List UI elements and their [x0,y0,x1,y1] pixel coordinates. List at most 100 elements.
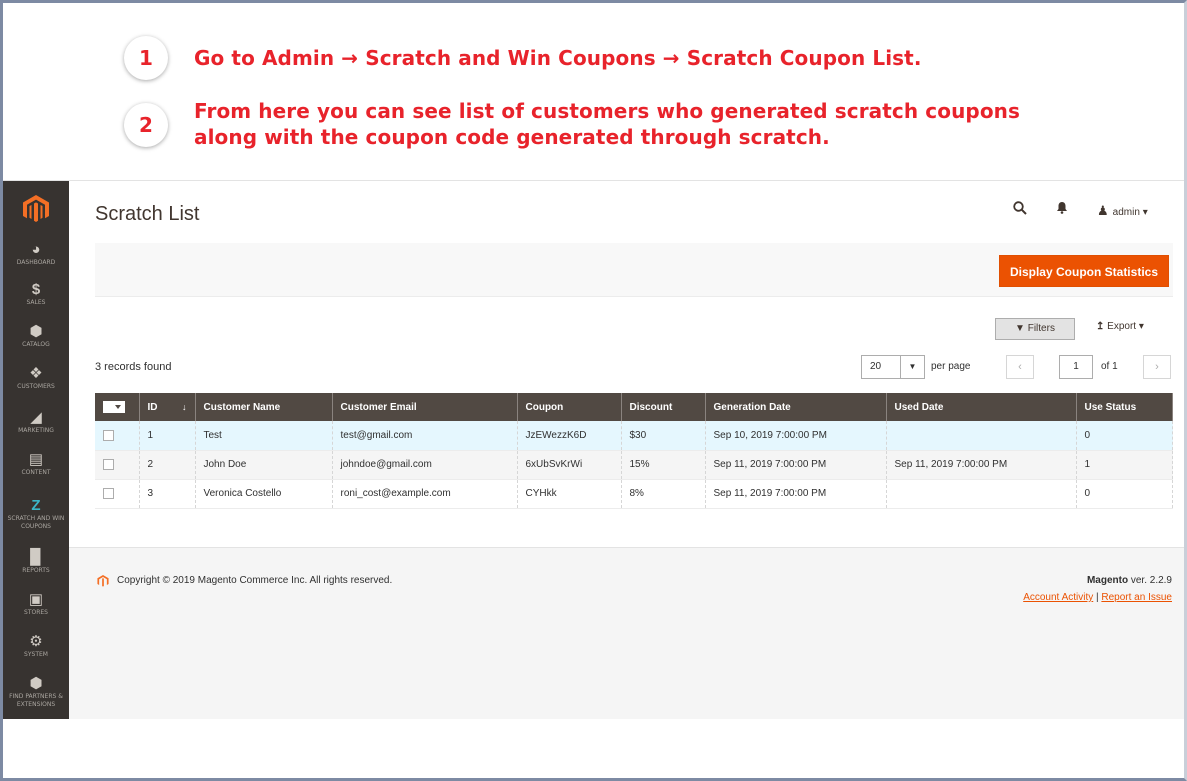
column-id[interactable]: ID ↓ [139,393,196,421]
chevron-down-icon: ▾ [1138,321,1144,332]
export-label: Export [1107,321,1137,332]
sidebar-item-dashboard[interactable]: ◕ DASHBOARD [3,241,69,267]
page-actions: Display Coupon Statistics [95,243,1173,297]
step-2-line-2: along with the coupon code generated thr… [194,125,830,149]
cell-coupon: 6xUbSvKrWi [517,450,622,480]
per-page-value: 20 [870,361,882,372]
row-checkbox[interactable] [103,487,114,499]
step-2-badge: 2 [124,103,168,147]
sidebar-item-catalog[interactable]: ⬢ CATALOG [3,323,69,349]
column-discount[interactable]: Discount [621,393,706,421]
display-coupon-statistics-button[interactable]: Display Coupon Statistics [998,255,1169,287]
column-used-date[interactable]: Used Date [886,393,1077,421]
copyright-text: Copyright © 2019 Magento Commerce Inc. A… [117,575,393,586]
sidebar-item-reports[interactable]: ▉ REPORTS [3,549,69,575]
table-row[interactable]: 2 John Doe johndoe@gmail.com 6xUbSvKrWi … [95,450,1173,480]
page-number-input[interactable]: 1 [1059,355,1093,379]
sidebar-item-label: STORES [24,609,48,616]
cell-customer-email: johndoe@gmail.com [332,450,518,480]
admin-footer: Copyright © 2019 Magento Commerce Inc. A… [69,547,1184,719]
mass-select-checkbox[interactable] [103,401,125,413]
sidebar-item-label: SYSTEM [24,651,48,658]
version-number: ver. 2.2.9 [1128,575,1172,586]
filters-button[interactable]: ▼ Filters [995,318,1075,340]
previous-page-button[interactable]: ‹ [1006,355,1034,379]
user-menu[interactable]: ♟ admin ▾ [1097,203,1148,219]
cell-use-status: 1 [1076,450,1173,480]
footer-links: Account Activity | Report an Issue [1023,592,1172,603]
mass-select-column[interactable] [95,393,140,421]
cell-id: 1 [139,421,196,451]
sidebar-item-label: REPORTS [22,567,50,574]
sidebar-item-label: DASHBOARD [16,259,56,266]
table-row[interactable]: 3 Veronica Costello roni_cost@example.co… [95,479,1173,509]
admin-panel: ◕ DASHBOARD $ SALES ⬢ CATALOG ❖ CUSTOMER… [3,180,1184,719]
row-checkbox[interactable] [103,429,114,441]
cell-customer-name: Test [195,421,333,451]
admin-main: Scratch List ♟ admin ▾ Display Coupon Sta… [69,181,1184,719]
export-button[interactable]: ↥ Export ▾ [1096,321,1144,332]
cell-use-status: 0 [1076,479,1173,509]
column-coupon[interactable]: Coupon [517,393,622,421]
box-icon: ⬢ [29,675,43,692]
version-info: Magento ver. 2.2.9 [1087,575,1172,586]
cell-used-date [886,479,1077,509]
chevron-down-icon: ▾ [1142,207,1148,218]
per-page-select[interactable]: 20 ▼ [861,355,925,379]
cell-generation-date: Sep 11, 2019 7:00:00 PM [705,479,887,509]
sidebar-item-label: SCRATCH AND WIN COUPONS [7,515,65,530]
report-issue-link[interactable]: Report an Issue [1101,592,1172,603]
sidebar-item-label: SALES [26,299,46,306]
sidebar-item-customers[interactable]: ❖ CUSTOMERS [3,365,69,391]
sidebar-item-scratch-and-win[interactable]: Z SCRATCH AND WIN COUPONS [3,497,69,531]
column-generation-date[interactable]: Generation Date [705,393,887,421]
sidebar-item-label: CONTENT [21,469,51,476]
dollar-icon: $ [31,281,41,298]
user-icon: ♟ [1097,203,1109,218]
row-checkbox[interactable] [103,458,114,470]
column-use-status[interactable]: Use Status [1076,393,1173,421]
next-page-button[interactable]: › [1143,355,1171,379]
chevron-down-icon: ▼ [900,356,924,378]
cell-id: 2 [139,450,196,480]
column-customer-name[interactable]: Customer Name [195,393,333,421]
step-2: 2 From here you can see list of customer… [124,98,1020,150]
sidebar-item-stores[interactable]: ▣ STORES [3,591,69,617]
sidebar-item-content[interactable]: ▤ CONTENT [3,451,69,477]
person-icon: ❖ [29,365,43,382]
column-customer-email[interactable]: Customer Email [332,393,518,421]
step-1-text: Go to Admin → Scratch and Win Coupons → … [194,45,922,71]
cell-discount: 15% [621,450,706,480]
bell-icon[interactable] [1056,201,1068,217]
cell-discount: $30 [621,421,706,451]
records-count: 3 records found [95,361,172,373]
cell-used-date: Sep 11, 2019 7:00:00 PM [886,450,1077,480]
sidebar-item-marketing[interactable]: ◢ MARKETING [3,409,69,435]
row-checkbox-cell[interactable] [95,479,140,509]
filter-icon: ▼ [1015,323,1025,334]
table-row[interactable]: 1 Test test@gmail.com JzEWezzK6D $30 Sep… [95,421,1173,451]
search-icon[interactable] [1013,201,1027,218]
per-page-label: per page [931,361,971,372]
magento-logo[interactable] [23,195,49,223]
row-checkbox-cell[interactable] [95,450,140,480]
layout-icon: ▤ [28,451,44,468]
sidebar-item-system[interactable]: ⚙ SYSTEM [3,633,69,659]
brand-name: Magento [1086,575,1129,586]
cell-coupon: CYHkk [517,479,622,509]
cell-generation-date: Sep 11, 2019 7:00:00 PM [705,450,887,480]
cell-discount: 8% [621,479,706,509]
cell-customer-name: Veronica Costello [195,479,333,509]
step-1: 1 Go to Admin → Scratch and Win Coupons … [124,36,922,80]
account-activity-link[interactable]: Account Activity [1023,592,1093,603]
sidebar-item-label: CUSTOMERS [17,383,55,390]
filters-label: Filters [1027,323,1055,334]
sidebar-item-partners[interactable]: ⬢ FIND PARTNERS & EXTENSIONS [3,675,69,709]
scratch-list-grid: ID ↓ Customer Name Customer Email Coupon … [95,393,1173,509]
step-2-line-1: From here you can see list of customers … [194,99,1021,123]
z-icon: Z [31,497,41,514]
row-checkbox-cell[interactable] [95,421,140,451]
step-1-badge: 1 [124,36,168,80]
cell-customer-name: John Doe [195,450,333,480]
sidebar-item-sales[interactable]: $ SALES [3,281,69,307]
